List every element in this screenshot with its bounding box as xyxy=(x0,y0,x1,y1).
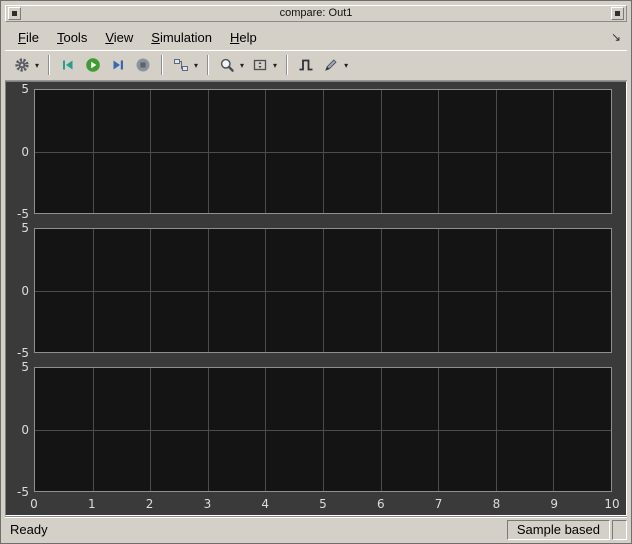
menu-simulation-mnemonic: S xyxy=(151,29,160,45)
step-back-icon xyxy=(63,60,73,70)
step-forward-button[interactable] xyxy=(107,54,129,76)
menu-help[interactable]: Help xyxy=(221,27,266,48)
toolbar: ▾ ▾ ▾ ▾ ▾ xyxy=(5,50,627,81)
magnifier-icon xyxy=(220,58,234,72)
simulink-block-dropdown-caret[interactable]: ▾ xyxy=(192,61,200,70)
y-tick-label: -5 xyxy=(17,346,29,360)
y-tick-label: 5 xyxy=(21,221,29,235)
x-axis-label-row: 0 1 2 3 4 5 6 7 8 9 10 xyxy=(6,494,619,513)
scope-axes[interactable] xyxy=(34,89,612,214)
toolbar-separator xyxy=(161,55,164,75)
menu-view[interactable]: View xyxy=(96,27,142,48)
dock-arrow-icon[interactable]: ↘ xyxy=(611,30,627,44)
status-right-group: Sample based xyxy=(506,519,627,540)
run-button[interactable] xyxy=(82,54,104,76)
menu-file[interactable]: File xyxy=(9,27,48,48)
gridline-horizontal xyxy=(35,151,611,153)
menu-help-mnemonic: H xyxy=(229,29,240,45)
y-tick-label: 0 xyxy=(21,283,29,298)
plot-row-3: 5 0 -5 xyxy=(6,360,612,499)
settings-button[interactable] xyxy=(11,54,33,76)
menu-bar: File Tools View Simulation Help ↘ xyxy=(5,24,627,50)
step-back-button[interactable] xyxy=(57,54,79,76)
measurements-dropdown-caret[interactable]: ▾ xyxy=(342,61,350,70)
gridline-horizontal xyxy=(35,290,611,292)
scope-window: compare: Out1 File Tools View Simulation… xyxy=(0,0,632,544)
zoom-button[interactable] xyxy=(216,54,238,76)
scope-axes[interactable] xyxy=(34,367,612,492)
x-axis-labels: 0 1 2 3 4 5 6 7 8 9 10 xyxy=(30,494,619,513)
step-forward-icon xyxy=(113,60,124,70)
menu-simulation[interactable]: Simulation xyxy=(142,27,221,48)
menu-tools-rest: ools xyxy=(63,29,88,45)
y-axis-labels: 5 0 -5 xyxy=(6,360,34,499)
scope-figure: 5 0 -5 5 0 -5 5 0 -5 0 1 2 3 4 5 6 7 8 9 10 xyxy=(5,81,627,516)
scope-axes[interactable] xyxy=(34,228,612,353)
x-tick-label: 5 xyxy=(319,497,327,511)
status-text: Ready xyxy=(10,522,48,537)
menu-help-rest: elp xyxy=(239,29,257,45)
stop-icon xyxy=(136,58,150,72)
x-tick-label: 1 xyxy=(87,497,96,511)
status-bar: Ready Sample based xyxy=(5,516,627,542)
y-tick-label: -5 xyxy=(17,485,29,499)
x-tick-label: 9 xyxy=(550,497,559,511)
sample-mode-indicator: Sample based xyxy=(506,519,610,540)
x-tick-label: 8 xyxy=(492,497,501,511)
stop-button[interactable] xyxy=(132,54,154,76)
trigger-icon xyxy=(299,59,313,71)
y-axis-labels: 5 0 -5 xyxy=(6,82,34,221)
x-tick-label: 10 xyxy=(604,497,620,511)
scale-axes-button[interactable] xyxy=(249,54,271,76)
scale-axes-icon xyxy=(253,59,267,71)
y-tick-label: 5 xyxy=(21,82,29,96)
gridline-horizontal xyxy=(35,429,611,431)
menu-view-mnemonic: V xyxy=(105,29,114,45)
window-title: compare: Out1 xyxy=(279,7,353,19)
x-tick-label: 4 xyxy=(261,497,270,511)
toolbar-separator xyxy=(207,55,210,75)
y-tick-label: -5 xyxy=(17,207,29,221)
window-close-button[interactable] xyxy=(611,7,624,20)
triggers-button[interactable] xyxy=(295,54,317,76)
x-tick-label: 3 xyxy=(203,497,212,511)
y-tick-label: 0 xyxy=(21,422,29,437)
y-tick-label: 0 xyxy=(21,144,29,159)
run-icon xyxy=(86,58,100,72)
zoom-dropdown-caret[interactable]: ▾ xyxy=(238,61,246,70)
menu-simulation-rest: imulation xyxy=(159,29,212,45)
x-tick-label: 7 xyxy=(434,497,443,511)
x-tick-label: 2 xyxy=(145,497,154,511)
y-tick-label: 5 xyxy=(21,360,29,374)
gear-icon xyxy=(15,58,29,72)
x-tick-label: 0 xyxy=(30,497,38,511)
title-bar[interactable]: compare: Out1 xyxy=(5,5,627,22)
menu-file-mnemonic: F xyxy=(18,29,26,45)
resize-grip[interactable] xyxy=(612,519,627,540)
plot-row-2: 5 0 -5 xyxy=(6,221,612,360)
sample-mode-text: Sample based xyxy=(516,522,600,537)
simulink-block-button[interactable] xyxy=(170,54,192,76)
window-close-icon xyxy=(615,11,620,16)
menu-file-rest: ile xyxy=(25,29,39,45)
plot-row-1: 5 0 -5 xyxy=(6,82,612,221)
brush-icon xyxy=(325,59,337,71)
blocks-icon xyxy=(174,59,189,71)
toolbar-separator xyxy=(48,55,51,75)
toolbar-separator xyxy=(286,55,289,75)
menu-view-rest: iew xyxy=(113,29,134,45)
y-axis-labels: 5 0 -5 xyxy=(6,221,34,360)
settings-dropdown-caret[interactable]: ▾ xyxy=(33,61,41,70)
menu-tools[interactable]: Tools xyxy=(48,27,96,48)
x-tick-label: 6 xyxy=(376,497,385,511)
measurements-button[interactable] xyxy=(320,54,342,76)
scale-axes-dropdown-caret[interactable]: ▾ xyxy=(271,61,279,70)
